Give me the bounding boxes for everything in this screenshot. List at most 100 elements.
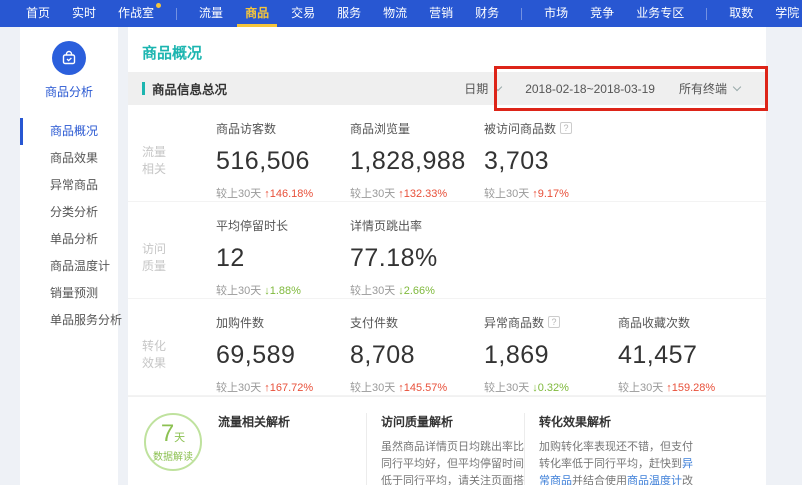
metric-compare: 较上30天↑159.28% [618, 379, 752, 395]
nav-item-realtime[interactable]: 实时 [72, 0, 96, 27]
metric-label: 平均停留时长 [216, 217, 350, 234]
product-analysis-icon [52, 41, 86, 75]
metric-value: 77.18% [350, 244, 484, 273]
nav-divider [521, 8, 522, 20]
nav-item-competition[interactable]: 竞争 [590, 0, 614, 27]
insight-conversion: 转化效果解析 加购转化率表现还不错，但支付转化率低于同行平均，赶快到异常商品并结… [524, 413, 702, 485]
metric-compare: 较上30天↑9.17% [484, 185, 618, 201]
sidebar-item-category-analysis[interactable]: 分类分析 [20, 199, 118, 226]
sidebar-item-product-overview[interactable]: 商品概况 [20, 118, 118, 145]
metric-label: 支付件数 [350, 314, 484, 331]
sidebar-group-label: 商品分析 [20, 83, 118, 100]
nav-item-trade[interactable]: 交易 [291, 0, 315, 27]
chevron-down-icon [494, 82, 502, 90]
metric-value: 41,457 [618, 341, 752, 370]
metric-compare: 较上30天↑132.33% [350, 185, 484, 201]
terminal-dropdown[interactable]: 所有终端 [679, 80, 740, 97]
nav-item-marketing[interactable]: 营销 [429, 0, 453, 27]
metric-row-conversion: 转化效果 加购件数 69,589 较上30天↑167.72% 支付件数 8,70… [128, 299, 766, 396]
sidebar-item-single-product-service[interactable]: 单品服务分析 [20, 307, 118, 334]
metric-group-label: 访问质量 [138, 217, 216, 298]
date-type-label: 日期 [464, 80, 488, 97]
nav-item-war-room[interactable]: 作战室 [118, 0, 154, 27]
metric-cart-adds: 加购件数 69,589 较上30天↑167.72% [216, 314, 350, 395]
insight-text: 并结合使用 [572, 475, 627, 485]
change-value: ↑9.17% [532, 188, 569, 200]
main-content: 商品概况 商品信息总况 日期 2018-02-18~2018-03-19 所有终… [128, 27, 766, 485]
metric-compare: 较上30天↑146.18% [216, 185, 350, 201]
filters: 日期 2018-02-18~2018-03-19 所有终端 [464, 80, 740, 97]
compare-label: 较上30天 [216, 382, 261, 394]
insight-title: 流量相关解析 [218, 413, 366, 430]
metric-product-visitors: 商品访客数 516,506 较上30天↑146.18% [216, 120, 350, 201]
compare-label: 较上30天 [618, 382, 663, 394]
badge-unit: 天 [174, 432, 185, 444]
metric-compare: 较上30天↓0.32% [484, 379, 618, 395]
metric-compare: 较上30天↓1.88% [216, 282, 350, 298]
date-range-value[interactable]: 2018-02-18~2018-03-19 [525, 82, 655, 96]
metric-value: 69,589 [216, 341, 350, 370]
insight-visit-quality: 访问质量解析 虽然商品详情页日均跳出率比同行平均好，但平均停留时间低于同行平均，… [366, 413, 524, 485]
badge-caption: 数据解读 [146, 448, 200, 463]
nav-item-war-room-label: 作战室 [118, 6, 154, 20]
metric-value: 3,703 [484, 147, 618, 176]
metric-value: 1,828,988 [350, 147, 484, 176]
metric-label-text: 被访问商品数 [484, 122, 556, 136]
change-value: ↑159.28% [666, 382, 715, 394]
metric-visited-products: 被访问商品数? 3,703 较上30天↑9.17% [484, 120, 618, 201]
metric-paid-items: 支付件数 8,708 较上30天↑145.57% [350, 314, 484, 395]
section-tick [142, 82, 145, 95]
sidebar-item-single-product-analysis[interactable]: 单品分析 [20, 226, 118, 253]
nav-item-traffic[interactable]: 流量 [199, 0, 223, 27]
page-title: 商品概况 [142, 45, 202, 62]
metric-label-text: 异常商品数 [484, 316, 544, 330]
badge-value: 7 [161, 420, 174, 447]
sidebar: 商品分析 商品概况 商品效果 异常商品 分类分析 单品分析 商品温度计 销量预测… [20, 27, 118, 485]
nav-item-home[interactable]: 首页 [26, 0, 50, 27]
nav-item-product[interactable]: 商品 [245, 0, 269, 27]
nav-item-data-extract[interactable]: 取数 [729, 0, 753, 27]
metric-group-label: 流量相关 [138, 120, 216, 201]
compare-label: 较上30天 [216, 188, 261, 200]
metric-label: 详情页跳出率 [350, 217, 484, 234]
metric-compare: 较上30天↑167.72% [216, 379, 350, 395]
insight-text: 加购转化率表现还不错，但支付转化率低于同行平均，赶快到 [539, 441, 693, 470]
insight-traffic: 流量相关解析 [218, 413, 366, 485]
metric-label: 商品收藏次数 [618, 314, 752, 331]
compare-label: 较上30天 [350, 382, 395, 394]
insight-body: 虽然商品详情页日均跳出率比同行平均好，但平均停留时间低于同行平均，请关注页面搭建… [381, 439, 524, 485]
sidebar-header: 商品分析 [20, 27, 118, 110]
insight-link-product-thermometer[interactable]: 商品温度计 [627, 475, 682, 485]
metric-label: 商品浏览量 [350, 120, 484, 137]
sidebar-item-abnormal-products[interactable]: 异常商品 [20, 172, 118, 199]
change-value: ↑132.33% [398, 188, 447, 200]
nav-divider [706, 8, 707, 20]
insight-title: 访问质量解析 [381, 413, 524, 430]
nav-item-business-zone[interactable]: 业务专区 [636, 0, 684, 27]
nav-item-academy[interactable]: 学院 [775, 0, 799, 27]
date-type-dropdown[interactable]: 日期 [464, 80, 501, 97]
metric-product-pageviews: 商品浏览量 1,828,988 较上30天↑132.33% [350, 120, 484, 201]
nav-item-market[interactable]: 市场 [544, 0, 568, 27]
metric-product-favorites: 商品收藏次数 41,457 较上30天↑159.28% [618, 314, 752, 395]
nav-item-logistics[interactable]: 物流 [383, 0, 407, 27]
page-left-gutter [0, 27, 20, 485]
metric-group-label: 转化效果 [138, 314, 216, 395]
sidebar-item-product-effect[interactable]: 商品效果 [20, 145, 118, 172]
top-nav: 首页 实时 作战室 流量 商品 交易 服务 物流 营销 财务 市场 竞争 业务专… [0, 0, 802, 27]
metric-label: 商品访客数 [216, 120, 350, 137]
metric-value: 516,506 [216, 147, 350, 176]
nav-item-service[interactable]: 服务 [337, 0, 361, 27]
insights-section: 7天 数据解读 流量相关解析 访问质量解析 虽然商品详情页日均跳出率比同行平均好… [128, 396, 766, 485]
help-icon[interactable]: ? [560, 122, 572, 134]
change-value: ↓1.88% [264, 285, 301, 297]
insight-body: 加购转化率表现还不错，但支付转化率低于同行平均，赶快到异常商品并结合使用商品温度… [539, 439, 702, 485]
help-icon[interactable]: ? [548, 316, 560, 328]
metric-detail-bounce-rate: 详情页跳出率 77.18% 较上30天↓2.66% [350, 217, 484, 298]
metric-avg-stay-time: 平均停留时长 12 较上30天↓1.88% [216, 217, 350, 298]
nav-item-finance[interactable]: 财务 [475, 0, 499, 27]
metric-label: 加购件数 [216, 314, 350, 331]
sidebar-item-sales-forecast[interactable]: 销量预测 [20, 280, 118, 307]
sidebar-item-product-thermometer[interactable]: 商品温度计 [20, 253, 118, 280]
change-value: ↑146.18% [264, 188, 313, 200]
